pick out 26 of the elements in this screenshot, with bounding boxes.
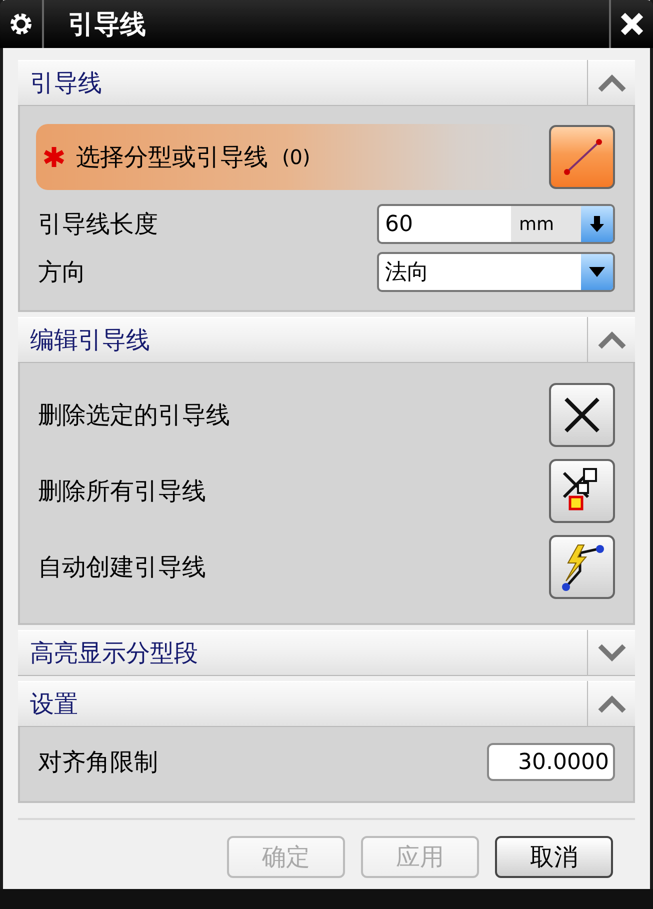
- dialog-button[interactable]: 取消: [495, 836, 613, 878]
- field-label: 对齐角限制: [38, 747, 158, 778]
- field-label: 方向: [38, 257, 86, 288]
- selection-label: 选择分型或引导线: [76, 142, 268, 173]
- expand-icon[interactable]: [596, 643, 626, 663]
- angle-field[interactable]: 30.0000: [487, 743, 615, 781]
- length-field[interactable]: 60 mm: [377, 204, 615, 244]
- down-arrow-icon: [590, 216, 604, 232]
- window-title: 引导线: [67, 8, 147, 42]
- collapse-icon[interactable]: [596, 73, 626, 93]
- unit-dropdown-button[interactable]: [581, 206, 613, 242]
- action-label: 删除选定的引导线: [38, 400, 230, 431]
- action-button[interactable]: [549, 383, 615, 447]
- action-label: 自动创建引导线: [38, 552, 206, 583]
- unit-selector[interactable]: mm: [511, 206, 581, 242]
- action-label: 删除所有引导线: [38, 476, 206, 507]
- selection-count: (0): [282, 145, 310, 169]
- action-button[interactable]: [549, 535, 615, 599]
- select-curve-button[interactable]: [549, 125, 615, 189]
- field-label: 引导线长度: [38, 209, 158, 240]
- close-icon: [619, 11, 645, 37]
- dropdown-icon: [589, 266, 605, 278]
- direction-dropdown[interactable]: 法向: [377, 252, 615, 292]
- collapse-icon[interactable]: [596, 694, 626, 714]
- action-button[interactable]: [549, 459, 615, 523]
- collapse-icon[interactable]: [596, 330, 626, 350]
